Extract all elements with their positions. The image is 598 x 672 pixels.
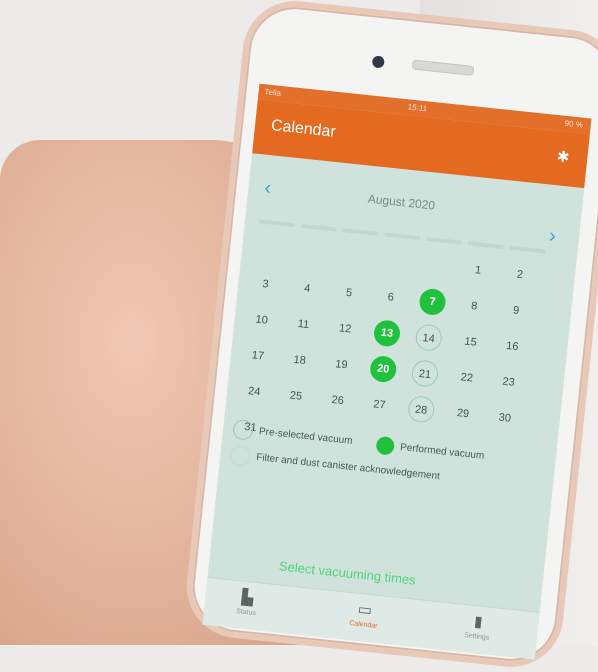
ring-marker-icon: [232, 418, 255, 441]
calendar-day[interactable]: 20: [368, 354, 398, 384]
calendar-day[interactable]: 11: [289, 310, 318, 339]
chart-icon: ▙: [240, 588, 255, 607]
calendar-day[interactable]: 27: [365, 391, 394, 420]
calendar-day[interactable]: 6: [376, 283, 405, 312]
tab-calendar-label: Calendar: [348, 619, 378, 630]
calendar-day[interactable]: 15: [456, 328, 485, 357]
calendar-day[interactable]: 7: [418, 287, 447, 317]
calendar-day[interactable]: 16: [498, 332, 527, 361]
calendar-day[interactable]: 10: [247, 306, 276, 335]
calendar-day[interactable]: 13: [372, 319, 402, 348]
calendar-day[interactable]: 5: [335, 279, 364, 308]
settings-icon: ▮: [473, 613, 484, 631]
phone-screen: Telia 15:11 90 % Calendar ✱ ‹ August 202…: [202, 83, 592, 660]
calendar-day[interactable]: 14: [414, 323, 444, 352]
ring-marker-icon: [229, 444, 252, 467]
calendar-day[interactable]: 17: [244, 342, 273, 371]
calendar-day[interactable]: 19: [327, 350, 356, 379]
earpiece-speaker: [411, 59, 475, 76]
front-camera: [371, 55, 385, 69]
calendar-day[interactable]: 23: [494, 368, 523, 397]
tab-calendar[interactable]: ▭ Calendar: [323, 596, 405, 632]
tab-status[interactable]: ▙ Status: [206, 584, 288, 620]
calendar-day[interactable]: 2: [506, 261, 535, 290]
page-title: Calendar: [270, 117, 337, 141]
calendar-day[interactable]: 28: [406, 395, 436, 424]
calendar-day[interactable]: 1: [464, 256, 493, 285]
weekday-header-row: [258, 210, 559, 255]
calendar-day[interactable]: 22: [452, 364, 481, 393]
calendar-day[interactable]: 9: [502, 296, 531, 325]
dot-marker-icon: [375, 435, 396, 456]
calendar-day[interactable]: 24: [240, 377, 269, 406]
calendar-day[interactable]: 3: [251, 270, 280, 299]
carrier-label: Telia: [264, 87, 282, 98]
tab-settings[interactable]: ▮ Settings: [437, 608, 519, 644]
smartphone: Telia 15:11 90 % Calendar ✱ ‹ August 202…: [181, 0, 598, 672]
calendar-day[interactable]: 8: [460, 292, 489, 321]
bluetooth-icon[interactable]: ✱: [556, 147, 570, 166]
calendar-day[interactable]: 25: [282, 382, 311, 411]
calendar: ‹ August 2020 › 1 2 3 4 5 6 7 8 9 10 11 12 13 14 15 16 1…: [210, 153, 584, 586]
battery-label: 90 %: [564, 118, 584, 130]
tab-status-label: Status: [235, 608, 257, 618]
calendar-icon: ▭: [356, 600, 373, 620]
calendar-day[interactable]: 12: [331, 315, 360, 344]
month-label: August 2020: [367, 191, 436, 213]
clock: 15:11: [407, 102, 428, 114]
calendar-day[interactable]: 26: [323, 386, 352, 415]
calendar-day[interactable]: 4: [293, 274, 322, 303]
calendar-day[interactable]: 18: [285, 346, 314, 375]
tab-settings-label: Settings: [463, 632, 490, 642]
chevron-left-icon[interactable]: ‹: [263, 177, 272, 201]
calendar-day[interactable]: 30: [490, 404, 519, 433]
calendar-day[interactable]: 21: [410, 359, 440, 388]
calendar-day[interactable]: 29: [449, 399, 478, 428]
